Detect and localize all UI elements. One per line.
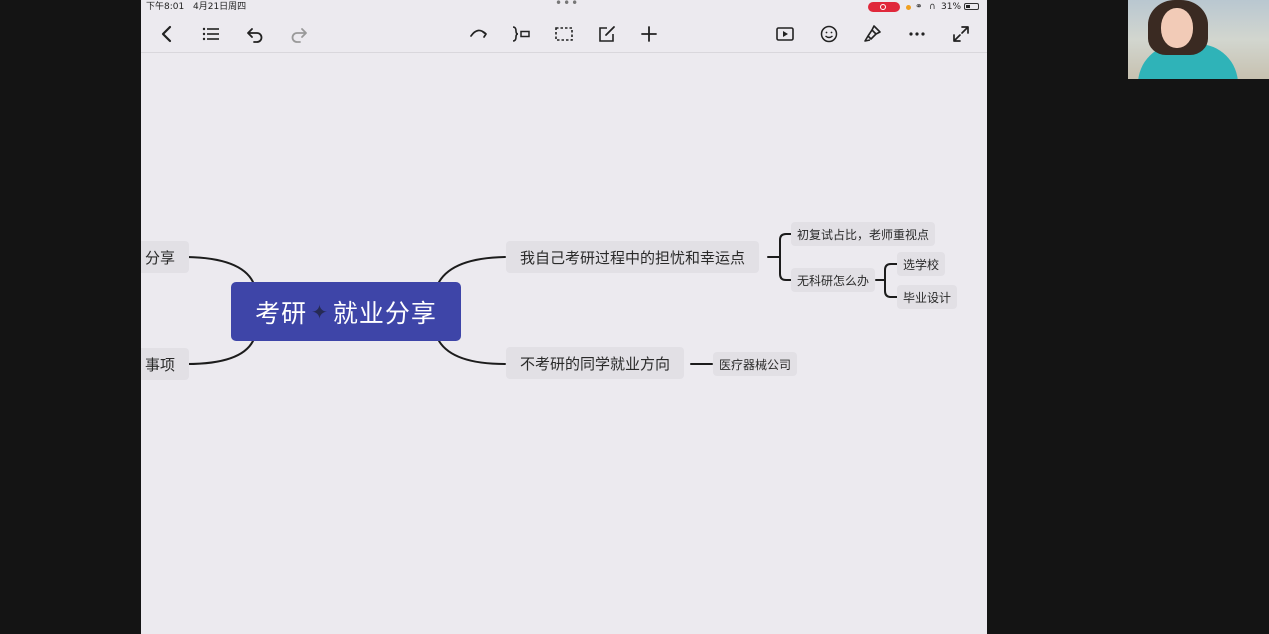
- more-button[interactable]: [904, 21, 930, 47]
- undo-button[interactable]: [242, 21, 268, 47]
- presentation-button[interactable]: [772, 21, 798, 47]
- chevron-left-icon: [161, 25, 172, 43]
- outline-button[interactable]: [198, 21, 224, 47]
- battery-icon: [964, 3, 979, 10]
- boundary-button[interactable]: [551, 21, 577, 47]
- topic-job-direction[interactable]: 不考研的同学就业方向: [506, 347, 685, 379]
- subtopic-no-research[interactable]: 无科研怎么办: [791, 268, 876, 292]
- add-icon: [641, 26, 657, 42]
- link-icon: ⚭: [915, 2, 923, 12]
- subtopic-graduation-project[interactable]: 毕业设计: [897, 285, 958, 309]
- summary-icon: [512, 26, 530, 42]
- fullscreen-icon: [953, 26, 969, 42]
- connector-left-top: [186, 256, 254, 283]
- undo-icon: [247, 28, 263, 43]
- mindmap-canvas[interactable]: 分享 事项 考研 ✦ 就业分享 我自己考研过程中的担忧和幸运点 不考研的同学就业…: [141, 53, 987, 634]
- headphone-icon: ∩: [929, 2, 936, 12]
- emoji-icon: [820, 25, 838, 43]
- note-button[interactable]: [594, 21, 620, 47]
- branch-connectors: [186, 233, 898, 365]
- presenter-face: [1161, 8, 1193, 48]
- subtopic-exam-ratio[interactable]: 初复试占比，老师重视点: [791, 222, 936, 246]
- outline-list-icon: [202, 27, 219, 41]
- fullscreen-button[interactable]: [948, 21, 974, 47]
- link-marker-icon: ✦: [311, 299, 329, 324]
- summary-button[interactable]: [508, 21, 534, 47]
- status-time: 下午8:01: [146, 2, 185, 12]
- mic-indicator-icon: [906, 5, 911, 10]
- play-icon: [776, 27, 794, 41]
- redo-button[interactable]: [286, 21, 312, 47]
- more-icon: [909, 32, 925, 36]
- add-topic-button[interactable]: [636, 21, 662, 47]
- status-bar: 下午8:01 4月21日周四 ••• ⚭ ∩ 31%: [141, 0, 987, 14]
- note-icon: [599, 26, 615, 42]
- multitasking-dots-icon[interactable]: •••: [555, 0, 579, 10]
- mindmap-toolbar: [141, 16, 987, 53]
- relationship-icon: [470, 29, 487, 38]
- central-topic[interactable]: 考研 ✦ 就业分享: [231, 282, 461, 341]
- redo-icon: [291, 28, 307, 43]
- left-branch-matters[interactable]: 事项: [141, 348, 190, 380]
- boundary-icon: [555, 27, 573, 41]
- battery-percentage: 31%: [941, 2, 962, 12]
- format-painter-icon: [864, 25, 881, 42]
- ipad-screen: 下午8:01 4月21日周四 ••• ⚭ ∩ 31% 分享 事项 考研 ✦ 就业…: [141, 0, 987, 634]
- subtopic-choose-school[interactable]: 选学校: [897, 252, 946, 276]
- format-button[interactable]: [860, 21, 886, 47]
- relationship-button[interactable]: [466, 21, 492, 47]
- screen-recording-icon[interactable]: [868, 2, 900, 12]
- left-branch-share[interactable]: 分享: [141, 241, 190, 273]
- back-button[interactable]: [154, 21, 180, 47]
- status-date: 4月21日周四: [193, 2, 247, 12]
- sticker-button[interactable]: [816, 21, 842, 47]
- presenter-webcam-video: [1128, 0, 1269, 79]
- connector-right-top: [438, 256, 506, 283]
- connector-noresearch-fork: [875, 263, 898, 298]
- subtopic-medical-device-company[interactable]: 医疗器械公司: [713, 352, 798, 376]
- topic-worries-and-luck[interactable]: 我自己考研过程中的担忧和幸运点: [506, 241, 760, 273]
- connector-worries-fork: [767, 233, 792, 281]
- connector-right-bottom: [438, 340, 506, 365]
- connector-left-bottom: [186, 340, 254, 365]
